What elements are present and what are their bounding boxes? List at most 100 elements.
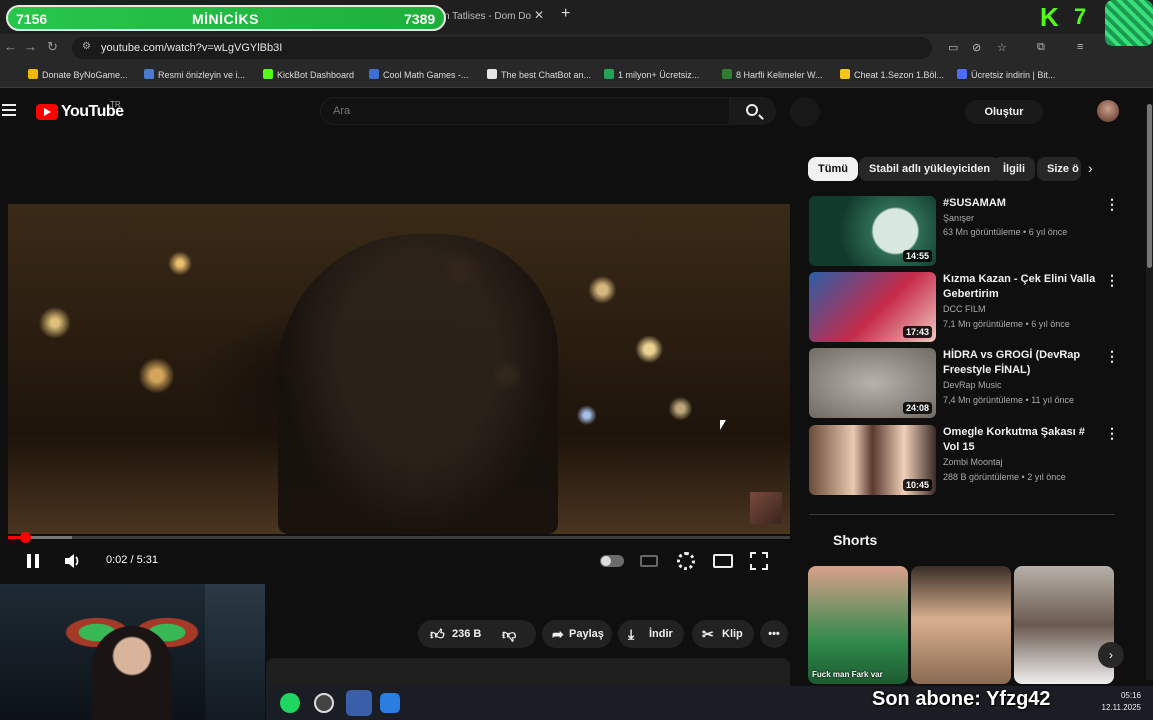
new-tab-icon[interactable]: +	[561, 5, 570, 23]
progress-scrubber[interactable]	[20, 532, 31, 543]
share-icon: ➦	[552, 626, 564, 642]
bookmark-item[interactable]: Ücretsiz indirin | Bit...	[957, 69, 1055, 80]
video-thumbnail[interactable]: 10:45	[809, 425, 936, 495]
video-title[interactable]: Omegle Korkutma Şakası # Vol 15	[943, 425, 1103, 455]
voice-search-button[interactable]	[790, 97, 820, 127]
spotify-icon[interactable]	[280, 693, 300, 713]
bookmark-star-icon[interactable]: ☆	[997, 41, 1007, 54]
clip-label: Klip	[722, 628, 743, 640]
share-button[interactable]: ➦ Paylaş	[542, 620, 612, 648]
video-title[interactable]: HİDRA vs GROGİ (DevRap Freestyle FİNAL)	[943, 348, 1103, 378]
menu-icon[interactable]	[2, 104, 16, 116]
mouse-cursor-icon	[720, 420, 726, 430]
bookmark-item[interactable]: Donate ByNoGame...	[28, 69, 128, 80]
youtube-logo-icon[interactable]	[36, 104, 58, 120]
create-button[interactable]: Oluştur	[965, 100, 1043, 124]
bookmark-item[interactable]: Resmi önizleyin ve i...	[144, 69, 245, 80]
bookmark-item[interactable]: 1 milyon+ Ücretsiz...	[604, 69, 699, 80]
obs-icon[interactable]	[314, 693, 334, 713]
channel-name[interactable]: DevRap Music	[943, 380, 1002, 390]
progress-bar[interactable]	[8, 532, 790, 543]
chip-related[interactable]: İlgili	[993, 157, 1035, 181]
kick-logo-icon: K	[1040, 2, 1059, 32]
short-caption: Fuck man Fark var	[812, 670, 883, 679]
duration-badge: 10:45	[902, 479, 932, 491]
video-meta: 7,1 Mn görüntüleme • 6 yıl önce	[943, 319, 1070, 329]
recommendation-item[interactable]: 10:45 Omegle Korkutma Şakası # Vol 15 Zo…	[809, 425, 1129, 495]
reload-icon[interactable]: ↻	[47, 39, 58, 55]
site-info-icon[interactable]: ⚙	[82, 41, 91, 52]
autoplay-toggle[interactable]	[600, 555, 624, 567]
chip-uploader[interactable]: Stabil adlı yükleyiciden	[859, 157, 1001, 181]
more-vert-icon[interactable]: ⋮	[1105, 272, 1119, 289]
bookmark-favicon-icon	[840, 69, 850, 79]
more-actions-button[interactable]: •••	[760, 620, 788, 648]
forward-icon[interactable]: →	[24, 39, 37, 54]
short-item[interactable]	[1014, 566, 1114, 684]
recommendation-item[interactable]: 14:55 #SUSAMAM Şanışer 63 Mn görüntüleme…	[809, 196, 1129, 266]
bookmark-item[interactable]: KickBot Dashboard	[263, 69, 354, 80]
channel-name[interactable]: Zombi Moontaj	[943, 457, 1003, 467]
more-vert-icon[interactable]: ⋮	[1105, 196, 1119, 213]
search-icon	[746, 104, 758, 116]
chevron-right-icon[interactable]: ›	[1088, 160, 1093, 176]
share-label: Paylaş	[569, 628, 604, 640]
video-thumbnail[interactable]: 14:55	[809, 196, 936, 266]
media-icon[interactable]: ≡	[1077, 41, 1083, 53]
video-player[interactable]	[8, 204, 790, 534]
recommendation-item[interactable]: 24:08 HİDRA vs GROGİ (DevRap Freestyle F…	[809, 348, 1129, 418]
short-item[interactable]	[911, 566, 1011, 684]
bookmark-favicon-icon	[144, 69, 154, 79]
video-title[interactable]: Kızma Kazan - Çek Elini Valla Gebertirim	[943, 272, 1103, 302]
settings-gear-icon[interactable]	[677, 552, 695, 570]
fullscreen-icon[interactable]	[750, 552, 768, 570]
bookmark-favicon-icon	[28, 69, 38, 79]
store-icon[interactable]	[380, 693, 400, 713]
extensions-icon[interactable]: ⧉	[1037, 41, 1045, 54]
chip-all[interactable]: Tümü	[808, 157, 858, 181]
app-icon[interactable]	[346, 690, 372, 716]
url-field[interactable]: ⚙ youtube.com/watch?v=wLgVGYlBb3I	[72, 37, 932, 59]
video-thumbnail[interactable]: 24:08	[809, 348, 936, 418]
dislike-icon[interactable]: 👎︎	[502, 620, 516, 648]
subtitles-icon[interactable]	[640, 555, 658, 567]
channel-watermark[interactable]	[750, 492, 782, 524]
close-icon[interactable]: ✕	[534, 8, 544, 22]
video-title[interactable]: #SUSAMAM	[943, 196, 1103, 211]
bookmark-item[interactable]: The best ChatBot an...	[487, 69, 591, 80]
bookmark-item[interactable]: Cheat 1.Sezon 1.Böl...	[840, 69, 944, 80]
cast-icon[interactable]: ▭	[948, 41, 958, 54]
more-icon: •••	[768, 628, 780, 640]
scissors-icon: ✂	[702, 626, 714, 642]
video-thumbnail[interactable]: 17:43	[809, 272, 936, 342]
bookmark-favicon-icon	[604, 69, 614, 79]
avatar[interactable]	[1097, 100, 1119, 122]
video-meta: 7,4 Mn görüntüleme • 11 yıl önce	[943, 395, 1075, 405]
more-vert-icon[interactable]: ⋮	[1105, 425, 1119, 442]
chip-for-you[interactable]: Size ö	[1037, 157, 1081, 181]
volume-icon[interactable]	[64, 553, 82, 569]
bookmark-item[interactable]: Cool Math Games -...	[369, 69, 469, 80]
channel-name[interactable]: DCC FILM	[943, 304, 986, 314]
duration-badge: 14:55	[902, 250, 932, 262]
channel-name[interactable]: Şanışer	[943, 213, 974, 223]
pause-icon[interactable]	[27, 554, 39, 568]
back-icon[interactable]: ←	[4, 39, 17, 54]
clip-button[interactable]: ✂ Klip	[692, 620, 754, 648]
search-button[interactable]	[730, 97, 776, 125]
search-input[interactable]: Ara	[320, 97, 730, 125]
bookmark-label: 8 Harfli Kelimeler W...	[736, 70, 823, 80]
download-button[interactable]: ⤓ İndir	[618, 620, 684, 648]
short-item[interactable]: Fuck man Fark var	[808, 566, 908, 684]
like-count[interactable]: 236 B	[452, 620, 481, 648]
like-icon[interactable]: 👍︎	[430, 620, 445, 648]
eye-off-icon[interactable]: ⊘	[972, 41, 981, 54]
scrollbar-thumb[interactable]	[1147, 104, 1152, 268]
page-scrollbar[interactable]	[1146, 104, 1153, 680]
chevron-right-icon[interactable]: ›	[1098, 642, 1124, 668]
theater-mode-icon[interactable]	[713, 554, 733, 568]
bookmark-favicon-icon	[487, 69, 497, 79]
recommendation-item[interactable]: 17:43 Kızma Kazan - Çek Elini Valla Gebe…	[809, 272, 1129, 342]
bookmark-item[interactable]: 8 Harfli Kelimeler W...	[722, 69, 823, 80]
more-vert-icon[interactable]: ⋮	[1105, 348, 1119, 365]
